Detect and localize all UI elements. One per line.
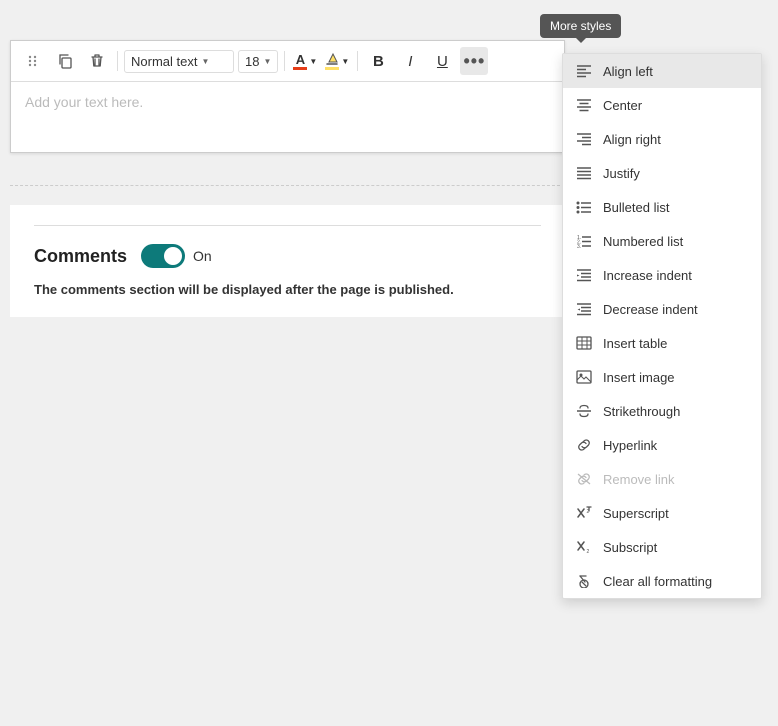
toggle-switch[interactable] (141, 244, 185, 268)
superscript-icon: 2 (575, 504, 593, 522)
underline-button[interactable]: U (428, 47, 456, 75)
menu-label-clear-formatting: Clear all formatting (603, 574, 712, 589)
menu-item-numbered-list[interactable]: 1. 2. 3. Numbered list (563, 224, 761, 258)
menu-label-align-left: Align left (603, 64, 653, 79)
menu-item-hyperlink[interactable]: Hyperlink (563, 428, 761, 462)
menu-label-insert-table: Insert table (603, 336, 667, 351)
increase-indent-icon (575, 266, 593, 284)
menu-label-center: Center (603, 98, 642, 113)
toggle-thumb (164, 247, 182, 265)
clear-formatting-icon (575, 572, 593, 590)
insert-image-icon (575, 368, 593, 386)
divider-3 (357, 51, 358, 71)
decrease-indent-icon (575, 300, 593, 318)
menu-item-remove-link: Remove link (563, 462, 761, 496)
menu-label-insert-image: Insert image (603, 370, 675, 385)
editor-placeholder: Add your text here. (25, 94, 143, 110)
menu-label-strikethrough: Strikethrough (603, 404, 680, 419)
menu-item-clear-formatting[interactable]: Clear all formatting (563, 564, 761, 598)
menu-label-hyperlink: Hyperlink (603, 438, 657, 453)
toggle-container[interactable]: On (141, 244, 212, 268)
menu-label-align-right: Align right (603, 132, 661, 147)
font-size-label: 18 (245, 54, 259, 69)
bulleted-list-icon (575, 198, 593, 216)
delete-icon[interactable] (83, 47, 111, 75)
text-color-letter: A (296, 53, 305, 66)
svg-text:2: 2 (587, 509, 590, 515)
menu-item-justify[interactable]: Justify (563, 156, 761, 190)
align-left-icon (575, 62, 593, 80)
comments-row: Comments On (34, 244, 541, 268)
highlight-bar (325, 67, 339, 70)
svg-text:2: 2 (587, 549, 590, 554)
menu-item-align-left[interactable]: Align left (563, 54, 761, 88)
menu-label-increase-indent: Increase indent (603, 268, 692, 283)
style-selector-label: Normal text (131, 54, 197, 69)
menu-item-insert-image[interactable]: Insert image (563, 360, 761, 394)
menu-label-superscript: Superscript (603, 506, 669, 521)
comments-note: The comments section will be displayed a… (34, 282, 541, 297)
align-right-icon (575, 130, 593, 148)
subscript-icon: 2 (575, 538, 593, 556)
hyperlink-icon (575, 436, 593, 454)
menu-item-superscript[interactable]: 2 Superscript (563, 496, 761, 530)
menu-item-center[interactable]: Center (563, 88, 761, 122)
menu-item-decrease-indent[interactable]: Decrease indent (563, 292, 761, 326)
page-container: More styles (0, 0, 778, 726)
menu-item-insert-table[interactable]: Insert table (563, 326, 761, 360)
svg-text:3.: 3. (577, 244, 581, 248)
dashed-separator-top (10, 185, 565, 186)
comments-section: Comments On The comments section will be… (10, 205, 565, 317)
highlight-color-button[interactable]: ▼ (323, 47, 351, 75)
highlight-chevron: ▼ (341, 57, 349, 66)
menu-item-bulleted-list[interactable]: Bulleted list (563, 190, 761, 224)
menu-label-subscript: Subscript (603, 540, 657, 555)
divider-2 (284, 51, 285, 71)
editor-content[interactable]: Add your text here. (11, 82, 564, 152)
style-selector[interactable]: Normal text ▼ (124, 50, 234, 73)
menu-item-align-right[interactable]: Align right (563, 122, 761, 156)
font-size-chevron: ▼ (263, 57, 271, 66)
copy-icon[interactable] (51, 47, 79, 75)
menu-item-subscript[interactable]: 2 Subscript (563, 530, 761, 564)
center-icon (575, 96, 593, 114)
more-styles-tooltip: More styles (540, 14, 621, 38)
numbered-list-icon: 1. 2. 3. (575, 232, 593, 250)
remove-link-icon (575, 470, 593, 488)
menu-label-bulleted-list: Bulleted list (603, 200, 669, 215)
toggle-on-label: On (193, 248, 212, 264)
drag-handle-icon[interactable] (19, 47, 47, 75)
menu-item-increase-indent[interactable]: Increase indent (563, 258, 761, 292)
menu-label-justify: Justify (603, 166, 640, 181)
toolbar: Normal text ▼ 18 ▼ A ▼ (11, 41, 564, 82)
menu-label-numbered-list: Numbered list (603, 234, 683, 249)
text-color-button[interactable]: A ▼ (291, 47, 319, 75)
comments-label: Comments (34, 246, 127, 267)
section-divider (34, 225, 541, 226)
menu-label-remove-link: Remove link (603, 472, 675, 487)
font-size-selector[interactable]: 18 ▼ (238, 50, 278, 73)
menu-item-strikethrough[interactable]: Strikethrough (563, 394, 761, 428)
text-color-bar (293, 67, 307, 70)
more-options-button[interactable]: ••• (460, 47, 488, 75)
insert-table-icon (575, 334, 593, 352)
strikethrough-icon (575, 402, 593, 420)
italic-button[interactable]: I (396, 47, 424, 75)
divider-1 (117, 51, 118, 71)
bold-button[interactable]: B (364, 47, 392, 75)
menu-label-decrease-indent: Decrease indent (603, 302, 698, 317)
text-color-chevron: ▼ (309, 57, 317, 66)
editor-area: Normal text ▼ 18 ▼ A ▼ (10, 40, 565, 153)
style-selector-chevron: ▼ (201, 57, 209, 66)
justify-icon (575, 164, 593, 182)
toggle-track (141, 244, 185, 268)
dropdown-menu: Align left Center (562, 53, 762, 599)
